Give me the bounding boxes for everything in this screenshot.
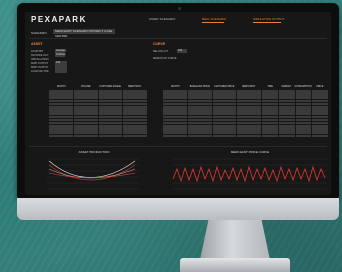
camera-dot [178,7,181,10]
app-screen: PEXAPARK ASSET SCENARIO REAL SCENARIO SI… [25,12,331,195]
asset-col-month: MONTH [57,86,66,88]
scenario-select[interactable]: MERCHANT SCENARIO PROJECT CASE CENTRE [53,29,115,38]
curve-col-baseload: BASELOAD PRICE [189,86,210,88]
curve-section-title: CURVE [153,42,166,46]
asset-table: MONTH VOLUME CAPTURED RANGE MERCHANT [49,85,147,141]
table-cell [312,134,328,138]
asset-section-title: ASSET [31,42,43,46]
field-label-selling-fit: SELLING FIT [153,50,169,53]
left-chart-grid [47,158,139,190]
table-cell [123,134,147,138]
top-bar: PEXAPARK ASSET SCENARIO REAL SCENARIO SI… [25,12,331,26]
merchant-price-series [172,165,326,183]
table-cell [49,134,73,138]
field-label-installation: INSTALLATION [31,58,49,61]
field-label-merchant-curve: MERCHANT CURVE [153,57,177,60]
output-col-time: TIME [267,86,273,88]
monitor-stand-base [180,258,290,272]
monitor-stand-neck [200,220,270,260]
field-label-mwp: MWP OUTPUT [31,62,49,65]
tab-asset-scenario[interactable]: ASSET SCENARIO [149,17,175,21]
scenario-label: SCENARIO [31,31,47,35]
curve-table-body [163,90,261,138]
asset-production-title: ASSET PRODUCTION [78,150,110,154]
table-row [262,134,328,138]
tab-underline-output [253,22,281,23]
mwh-field[interactable] [55,65,67,69]
field-label-mwh: MWH OUTPUT [31,66,49,69]
table-cell [237,134,261,138]
country-field[interactable]: Germany [55,49,66,53]
table-cell [262,134,278,138]
curve-col-captured: CAPTURED PRICE [214,86,235,88]
output-col-market: MARKET [281,86,292,88]
technology-field[interactable]: Onshore [55,53,66,57]
app-logo: PEXAPARK [31,15,87,24]
output-table: TIME MARKET CONSUMPTION PRICE [262,85,328,141]
table-cell [278,134,295,138]
field-label-technology: TECHNOLOGY [31,54,49,57]
table-cell [73,134,98,138]
load-factor-field[interactable] [55,69,67,73]
table-row [163,134,261,138]
curve-table-header: MONTH BASELOAD PRICE CAPTURED PRICE MERC… [163,85,261,89]
curve-col-merchant: MERCHANT [242,86,256,88]
monitor-bezel: PEXAPARK ASSET SCENARIO REAL SCENARIO SI… [17,3,339,201]
curve-table: MONTH BASELOAD PRICE CAPTURED PRICE MERC… [163,85,261,141]
output-col-price: PRICE [316,86,324,88]
asset-col-volume: VOLUME [80,86,91,88]
asset-table-body [49,90,147,138]
table-cell [295,134,312,138]
output-table-header: TIME MARKET CONSUMPTION PRICE [262,85,328,89]
asset-col-captured: CAPTURED RANGE [99,86,121,88]
field-label-country: COUNTRY [31,50,44,53]
table-cell [212,134,237,138]
selling-fit-field[interactable]: 100 [177,49,187,53]
right-chart-grid [173,158,327,190]
asset-table-header: MONTH VOLUME CAPTURED RANGE MERCHANT [49,85,147,89]
asset-col-merchant: MERCHANT [128,86,142,88]
table-cell [98,134,123,138]
merchant-price-curve-title: MERCHANT PRICE CURVE [230,150,270,154]
table-row [49,134,147,138]
field-label-load-factor: LOAD FACTOR [31,70,49,73]
table-cell [187,134,212,138]
tab-real-scenario[interactable]: REAL SCENARIO [202,17,226,21]
tab-simulation-output[interactable]: SIMULATION OUTPUT [253,17,284,21]
section-divider [29,38,327,39]
asset-production-chart [47,158,139,190]
mwp-field[interactable]: 100 [55,61,67,65]
merchant-price-chart [172,158,327,190]
output-col-consumption: CONSUMPTION [294,86,312,88]
curve-col-month: MONTH [171,86,180,88]
output-table-body [262,90,328,138]
table-cell [163,134,187,138]
monitor-chin [17,198,339,220]
chart-divider [29,146,327,147]
tab-underline-real [202,22,224,23]
